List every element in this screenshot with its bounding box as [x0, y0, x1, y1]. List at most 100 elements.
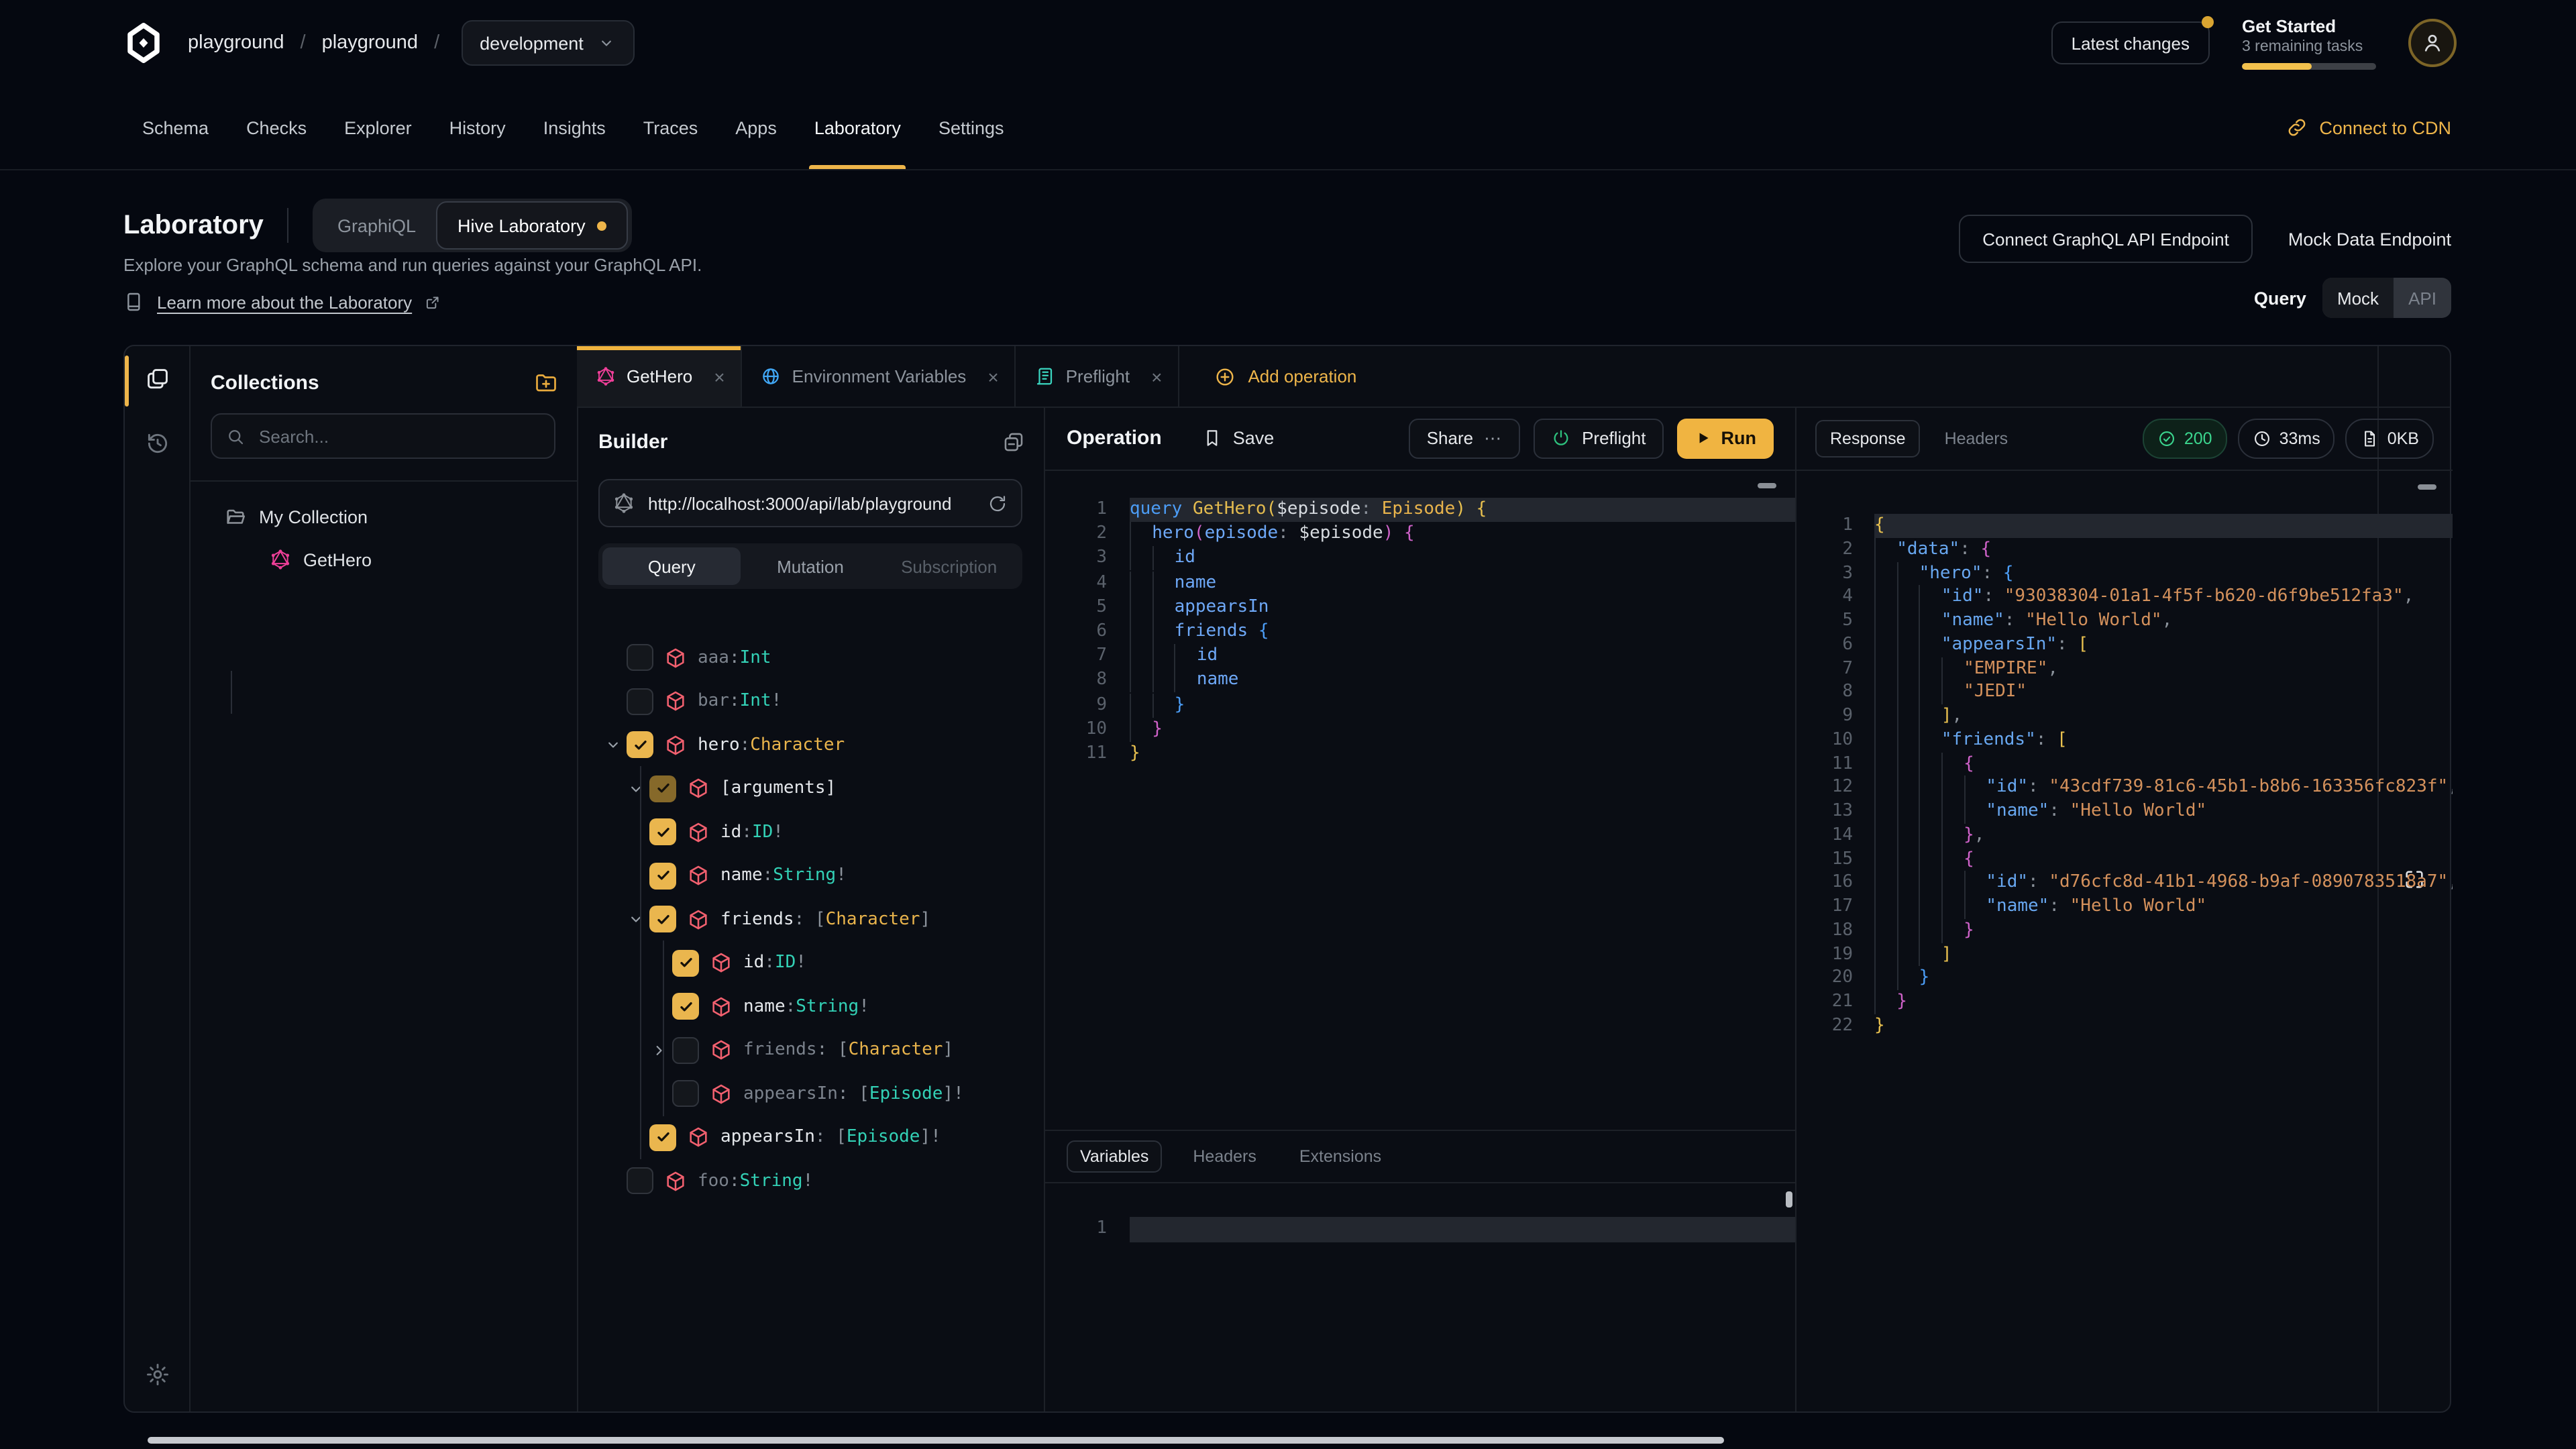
field-row-aaa[interactable]: aaa: Int — [598, 636, 1044, 680]
close-tab-icon[interactable]: × — [1151, 366, 1162, 387]
lab-mode-hive-laboratory[interactable]: Hive Laboratory — [436, 201, 629, 250]
save-button[interactable]: Save — [1194, 427, 1283, 449]
query-mode-label: Query — [2254, 288, 2306, 308]
connect-to-cdn-link[interactable]: Connect to CDN — [2286, 117, 2451, 138]
field-row-name[interactable]: name: String! — [598, 985, 1044, 1028]
refresh-icon[interactable] — [987, 493, 1008, 513]
field-row-hero[interactable]: hero: Character — [598, 723, 1044, 767]
cube-icon — [710, 996, 733, 1018]
io-tab-extensions[interactable]: Extensions — [1287, 1142, 1393, 1171]
code-line: 1query GetHero($episode: Episode) { — [1067, 498, 1795, 522]
add-operation-button[interactable]: Add operation — [1206, 346, 1364, 407]
mock-endpoint-button[interactable]: Mock Data Endpoint — [2288, 229, 2451, 249]
op-type-mutation[interactable]: Mutation — [741, 547, 880, 585]
field-row-appearsin[interactable]: appearsIn: [Episode]! — [598, 1072, 1044, 1116]
field-checkbox[interactable] — [672, 950, 699, 977]
editor-scrollbar-thumb[interactable] — [1758, 483, 1776, 488]
lab-mode-graphiql[interactable]: GraphiQL — [317, 203, 436, 248]
io-tab-headers[interactable]: Headers — [1181, 1142, 1269, 1171]
breadcrumb-org[interactable]: playground — [188, 32, 284, 54]
field-checkbox[interactable] — [649, 1124, 676, 1151]
run-button[interactable]: Run — [1677, 418, 1774, 458]
close-tab-icon[interactable]: × — [714, 366, 724, 387]
avatar[interactable] — [2408, 19, 2457, 67]
field-row-id[interactable]: id: ID! — [598, 810, 1044, 854]
field-row-foo[interactable]: foo: String! — [598, 1159, 1044, 1203]
field-row-id[interactable]: id: ID! — [598, 941, 1044, 985]
field-checkbox[interactable] — [627, 732, 653, 759]
chevron-down-icon[interactable] — [627, 780, 645, 798]
response-panel: ResponseHeaders 200 33ms 0KB 1{2"data": … — [1796, 407, 2453, 1411]
nav-tab-insights[interactable]: Insights — [525, 86, 625, 169]
nav-tab-schema[interactable]: Schema — [123, 86, 227, 169]
breadcrumb-project[interactable]: playground — [322, 32, 419, 54]
nav-tab-apps[interactable]: Apps — [716, 86, 796, 169]
collapse-panel-icon[interactable] — [1002, 430, 1025, 453]
collections-search[interactable] — [211, 413, 555, 459]
io-tab-variables[interactable]: Variables — [1067, 1140, 1162, 1173]
field-checkbox[interactable] — [627, 645, 653, 672]
chevron-down-icon[interactable] — [604, 736, 623, 755]
nav-tab-history[interactable]: History — [431, 86, 525, 169]
connect-endpoint-button[interactable]: Connect GraphQL API Endpoint — [1958, 215, 2253, 263]
op-type-subscription[interactable]: Subscription — [879, 547, 1018, 585]
nav-tab-explorer[interactable]: Explorer — [325, 86, 431, 169]
field-checkbox[interactable] — [672, 994, 699, 1020]
nav-tab-laboratory[interactable]: Laboratory — [796, 86, 920, 169]
horizontal-scrollbar-thumb[interactable] — [148, 1437, 1724, 1444]
field-checkbox[interactable] — [627, 688, 653, 715]
tab-gethero[interactable]: GetHero× — [577, 346, 743, 407]
field-row-bar[interactable]: bar: Int! — [598, 680, 1044, 723]
field-checkbox[interactable] — [649, 775, 676, 802]
close-tab-icon[interactable]: × — [987, 366, 998, 387]
field-checkbox[interactable] — [627, 1168, 653, 1195]
new-collection-icon[interactable] — [534, 370, 558, 394]
nav-tab-settings[interactable]: Settings — [920, 86, 1023, 169]
share-button[interactable]: Share ⋯ — [1409, 418, 1520, 458]
field-row--arguments-[interactable]: [arguments] — [598, 767, 1044, 810]
hive-logo-icon[interactable] — [123, 23, 164, 63]
tab-environment-variables[interactable]: Environment Variables× — [743, 346, 1016, 407]
code-line: 1{ — [1815, 514, 2453, 538]
endpoint-url-input[interactable] — [645, 492, 977, 515]
nav-tab-checks[interactable]: Checks — [227, 86, 325, 169]
collections-rail-button[interactable] — [125, 346, 189, 411]
nav-tab-traces[interactable]: Traces — [625, 86, 717, 169]
chevron-right-icon[interactable] — [649, 1041, 668, 1060]
response-tab-headers[interactable]: Headers — [1931, 421, 2022, 455]
field-checkbox[interactable] — [672, 1081, 699, 1108]
main-nav: SchemaChecksExplorerHistoryInsightsTrace… — [0, 86, 2576, 170]
collection-folder-row[interactable]: My Collection — [224, 496, 577, 537]
editor-scrollbar-thumb[interactable] — [2418, 484, 2436, 489]
field-checkbox[interactable] — [649, 906, 676, 933]
response-viewer[interactable]: 1{2"data": {3"hero": {4"id": "93038304-0… — [1796, 471, 2453, 1411]
history-rail-button[interactable] — [125, 411, 189, 475]
collections-title: Collections — [211, 371, 319, 394]
variables-editor[interactable]: 1 — [1045, 1183, 1795, 1242]
preflight-button[interactable]: Preflight — [1534, 418, 1663, 458]
search-input[interactable] — [256, 425, 541, 447]
field-checkbox[interactable] — [649, 863, 676, 890]
field-row-name[interactable]: name: String! — [598, 854, 1044, 898]
code-line: 5"name": "Hello World", — [1815, 609, 2453, 633]
learn-more-link[interactable]: Learn more about the Laboratory — [157, 292, 412, 312]
tab-preflight[interactable]: Preflight× — [1016, 346, 1180, 407]
query-mode-mock[interactable]: Mock — [2322, 278, 2394, 318]
collection-operation-row[interactable]: GetHero — [270, 539, 577, 580]
latest-changes-button[interactable]: Latest changes — [2051, 21, 2210, 64]
field-row-appearsin[interactable]: appearsIn: [Episode]! — [598, 1116, 1044, 1159]
operation-type-tabs: QueryMutationSubscription — [598, 543, 1022, 589]
get-started-widget[interactable]: Get Started 3 remaining tasks — [2242, 17, 2376, 70]
field-checkbox[interactable] — [649, 819, 676, 846]
endpoint-url-field[interactable] — [598, 479, 1022, 527]
environment-selector[interactable]: development — [461, 20, 635, 66]
field-row-friends[interactable]: friends: [Character] — [598, 898, 1044, 941]
field-checkbox[interactable] — [672, 1037, 699, 1064]
op-type-query[interactable]: Query — [602, 547, 741, 585]
query-mode-api[interactable]: API — [2394, 278, 2451, 318]
scrollbar-thumb[interactable] — [1786, 1191, 1792, 1208]
field-row-friends[interactable]: friends: [Character] — [598, 1028, 1044, 1072]
settings-rail-button[interactable] — [125, 1342, 189, 1406]
response-tab-response[interactable]: Response — [1815, 419, 1921, 457]
chevron-down-icon[interactable] — [627, 910, 645, 929]
